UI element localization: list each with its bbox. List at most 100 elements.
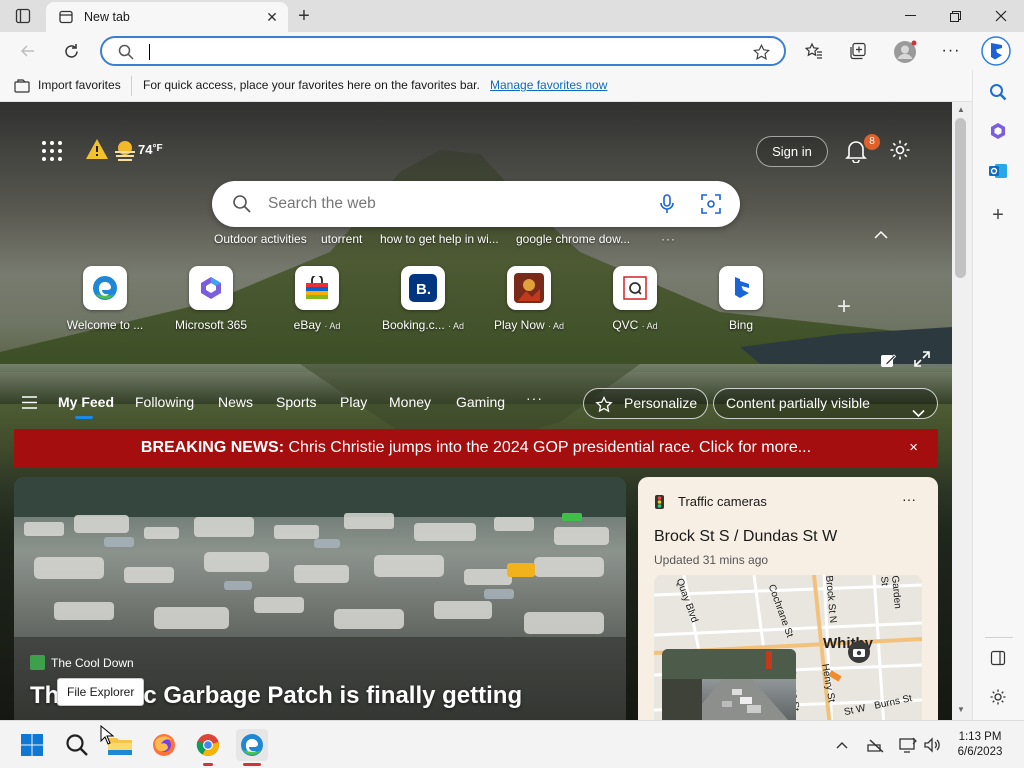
scroll-up-icon[interactable]: ▲ xyxy=(957,105,965,114)
scroll-down-icon[interactable]: ▼ xyxy=(957,705,965,714)
edge-taskbar-icon[interactable] xyxy=(236,729,268,766)
quick-link-ebay[interactable]: eBay · Ad xyxy=(264,266,370,336)
apps-launcher-icon[interactable] xyxy=(41,140,63,162)
edit-background-icon[interactable] xyxy=(880,352,898,370)
personalize-label: Personalize xyxy=(624,395,698,411)
favorites-icon[interactable] xyxy=(804,41,824,61)
manage-favorites-link[interactable]: Manage favorites now xyxy=(490,78,607,92)
personalize-button[interactable]: Personalize xyxy=(583,388,708,419)
trending-more[interactable]: ··· xyxy=(661,232,676,246)
content-visibility-dropdown[interactable]: Content partially visible xyxy=(713,388,938,419)
sign-in-button[interactable]: Sign in xyxy=(756,136,828,167)
ad-marker: · Ad xyxy=(448,321,465,331)
volume-icon[interactable] xyxy=(918,729,946,761)
bing-copilot-icon[interactable] xyxy=(980,35,1012,67)
quick-link-microsoft-365[interactable]: Microsoft 365 xyxy=(158,266,264,336)
restore-button[interactable] xyxy=(932,0,978,32)
text-caret xyxy=(149,44,150,60)
voice-search-icon[interactable] xyxy=(659,194,677,214)
tab-gaming[interactable]: Gaming xyxy=(456,394,505,410)
add-sidebar-app-icon[interactable]: + xyxy=(987,204,1009,226)
new-tab-plus-icon[interactable]: + xyxy=(294,5,314,27)
sidebar-search-icon[interactable] xyxy=(987,81,1009,103)
article-source: The Cool Down xyxy=(51,656,134,670)
breaking-news-banner[interactable]: BREAKING NEWS: Chris Christie jumps into… xyxy=(14,429,938,467)
trending-item[interactable]: utorrent xyxy=(321,232,362,246)
traffic-map[interactable]: Quay Blvd Cochrane St Brock St N Garden … xyxy=(654,575,922,720)
more-tabs-icon[interactable]: ··· xyxy=(526,390,543,406)
clock-date: 6/6/2023 xyxy=(957,746,1003,758)
import-icon[interactable] xyxy=(14,78,30,94)
quick-link-label: eBay xyxy=(293,318,321,332)
show-hidden-icons-chevron[interactable] xyxy=(828,729,856,761)
camera-pin-icon[interactable] xyxy=(848,641,870,663)
profile-avatar[interactable] xyxy=(892,39,918,65)
quick-link-booking[interactable]: B. Booking.c... · Ad xyxy=(370,266,476,336)
quick-link-play-now[interactable]: Play Now · Ad xyxy=(476,266,582,336)
menu-hamburger-icon[interactable] xyxy=(22,396,38,410)
windows-start-icon[interactable] xyxy=(16,729,48,761)
taskbar-search-icon[interactable] xyxy=(61,729,93,761)
page-scrollbar[interactable]: ▲ ▼ xyxy=(952,102,972,720)
web-search-box[interactable]: Search the web xyxy=(212,181,740,227)
microsoft-365-icon[interactable] xyxy=(987,120,1009,142)
add-quick-link-icon[interactable]: + xyxy=(837,293,851,321)
tab-actions-icon[interactable] xyxy=(14,7,32,25)
tab-my-feed[interactable]: My Feed xyxy=(58,394,114,410)
firefox-icon[interactable] xyxy=(148,729,180,761)
close-tab-icon[interactable]: ✕ xyxy=(262,7,282,27)
quick-link-qvc[interactable]: QVC · Ad xyxy=(582,266,688,336)
minimize-button[interactable] xyxy=(887,0,933,32)
tab-money[interactable]: Money xyxy=(389,394,431,410)
temperature[interactable]: 74°F xyxy=(138,142,163,157)
partly-sunny-icon[interactable] xyxy=(112,138,138,164)
back-icon[interactable] xyxy=(18,41,38,61)
tab-new-tab[interactable]: New tab ✕ xyxy=(46,2,288,32)
favorites-hint: For quick access, place your favorites h… xyxy=(143,78,480,92)
edge-sidebar: + xyxy=(972,70,1024,720)
traffic-cameras-card[interactable]: Traffic cameras ··· Brock St S / Dundas … xyxy=(638,477,938,720)
file-explorer-icon[interactable] xyxy=(100,725,136,761)
quick-link-label: QVC xyxy=(612,318,639,332)
ad-marker: · Ad xyxy=(548,321,565,331)
collections-icon[interactable] xyxy=(848,41,868,61)
tab-news[interactable]: News xyxy=(218,394,253,410)
page-settings-gear-icon[interactable] xyxy=(889,139,911,161)
quick-link-label: Play Now xyxy=(493,318,545,332)
settings-more-icon[interactable]: ··· xyxy=(940,40,962,62)
address-bar[interactable] xyxy=(100,36,786,66)
close-window-button[interactable] xyxy=(978,0,1024,32)
tab-play[interactable]: Play xyxy=(340,394,367,410)
expand-background-icon[interactable] xyxy=(914,351,932,369)
chrome-icon[interactable] xyxy=(192,729,224,766)
scroll-thumb[interactable] xyxy=(955,118,966,278)
ad-marker: · Ad xyxy=(641,321,658,331)
tab-sports[interactable]: Sports xyxy=(276,394,316,410)
collapse-chevron-up-icon[interactable] xyxy=(874,228,888,243)
visual-search-icon[interactable] xyxy=(701,194,721,214)
quick-link-bing[interactable]: Bing xyxy=(688,266,794,336)
refresh-icon[interactable] xyxy=(61,41,81,61)
import-favorites-link[interactable]: Import favorites xyxy=(38,78,121,92)
divider xyxy=(131,76,132,96)
traffic-camera-snapshot[interactable] xyxy=(662,649,796,720)
game-thumbnail-icon xyxy=(507,266,551,310)
dismiss-banner-icon[interactable]: × xyxy=(909,429,918,467)
outlook-icon[interactable] xyxy=(987,160,1009,182)
trending-item[interactable]: Outdoor activities xyxy=(214,232,307,246)
notification-count-badge: 8 xyxy=(864,134,880,150)
system-clock[interactable]: 1:13 PM 6/6/2023 xyxy=(948,730,1012,760)
weather-alert-icon[interactable] xyxy=(85,138,109,162)
hide-sidebar-icon[interactable] xyxy=(987,647,1009,669)
quick-link-welcome[interactable]: Welcome to ... xyxy=(52,266,158,336)
sidebar-settings-icon[interactable] xyxy=(987,686,1009,708)
network-disconnected-icon[interactable] xyxy=(862,729,890,761)
source-logo-icon xyxy=(30,655,45,670)
quick-link-label: Booking.c... xyxy=(381,318,445,332)
trending-item[interactable]: how to get help in wi... xyxy=(380,232,499,246)
new-tab-page: 74°F Sign in 8 Search the web Outdoor ac… xyxy=(0,102,952,720)
tab-following[interactable]: Following xyxy=(135,394,194,410)
favorite-star-icon[interactable] xyxy=(751,42,771,62)
trending-item[interactable]: google chrome dow... xyxy=(516,232,630,246)
card-more-options-icon[interactable]: ··· xyxy=(902,491,916,507)
